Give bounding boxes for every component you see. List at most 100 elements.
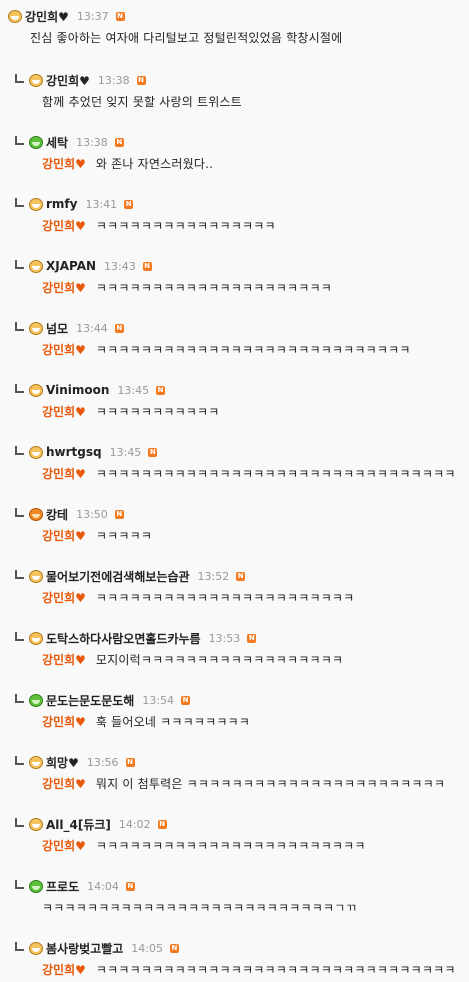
avatar-icon[interactable] [29, 259, 43, 273]
author-nickname[interactable]: 문도는문도문도해 [46, 692, 134, 709]
comment-body: 강민희♥ ㅋㅋㅋㅋㅋㅋㅋㅋㅋㅋㅋㅋㅋㅋㅋㅋㅋㅋㅋㅋㅋ [0, 280, 469, 296]
author-nickname[interactable]: rmfy [46, 197, 77, 211]
comment-body: 함께 추었던 잊지 못할 사랑의 트위스트 [0, 94, 469, 110]
avatar-icon[interactable] [8, 9, 22, 23]
author-nickname[interactable]: XJAPAN [46, 259, 96, 273]
avatar-icon[interactable] [29, 383, 43, 397]
comment-text: ㅋㅋㅋㅋㅋㅋㅋㅋㅋㅋㅋㅋㅋㅋㅋㅋㅋㅋㅋㅋㅋ [95, 281, 332, 295]
mention-tag[interactable]: 강민희♥ [42, 715, 86, 729]
author-nickname[interactable]: 물어보기전에검색해보는습관 [46, 568, 190, 585]
avatar-icon[interactable] [29, 569, 43, 583]
author-nickname[interactable]: 강민희♥ [46, 72, 90, 89]
comment-body: 강민희♥ 뭐지 이 첨투력은 ㅋㅋㅋㅋㅋㅋㅋㅋㅋㅋㅋㅋㅋㅋㅋㅋㅋㅋㅋㅋㅋㅋㅋ [0, 776, 469, 792]
comment-item: 문도는문도문도해 13:54 N 강민희♥ 훅 들어오네 ㅋㅋㅋㅋㅋㅋㅋㅋ [0, 692, 469, 730]
reply-arrow-icon [15, 197, 24, 207]
comment-text: ㅋㅋㅋㅋㅋ [95, 529, 153, 543]
new-badge-icon: N [136, 75, 146, 85]
mention-tag[interactable]: 강민희♥ [42, 467, 86, 481]
author-nickname[interactable]: 세탁 [46, 134, 68, 151]
comment-timestamp: 13:38 [76, 135, 108, 149]
comment-header: All_4[듀크] 14:02 N [0, 816, 469, 832]
comment-header: 캉테 13:50 N [0, 506, 469, 522]
mention-tag[interactable]: 강민희♥ [42, 157, 86, 171]
mention-tag[interactable]: 강민희♥ [42, 839, 86, 853]
mention-tag[interactable]: 강민희♥ [42, 281, 86, 295]
comment-header: 프로도 14:04 N [0, 878, 469, 894]
avatar-icon[interactable] [29, 693, 43, 707]
comment-item: 캉테 13:50 N 강민희♥ ㅋㅋㅋㅋㅋ [0, 506, 469, 544]
comment-body: 강민희♥ ㅋㅋㅋㅋㅋㅋㅋㅋㅋㅋㅋㅋㅋㅋㅋㅋㅋㅋㅋㅋㅋㅋㅋ [0, 590, 469, 606]
comment-body: 강민희♥ ㅋㅋㅋㅋㅋㅋㅋㅋㅋㅋㅋ [0, 404, 469, 420]
mention-tag[interactable]: 강민희♥ [42, 343, 86, 357]
reply-arrow-icon [15, 941, 24, 951]
author-nickname[interactable]: 강민희♥ [25, 8, 69, 25]
comment-item: All_4[듀크] 14:02 N 강민희♥ ㅋㅋㅋㅋㅋㅋㅋㅋㅋㅋㅋㅋㅋㅋㅋㅋㅋㅋㅋㅋㅋ… [0, 816, 469, 854]
comment-body: 진심 좋아하는 여자애 다리털보고 정털린적있었음 학창시절에 [0, 30, 469, 46]
reply-arrow-icon [15, 321, 24, 331]
comment-body: 강민희♥ ㅋㅋㅋㅋㅋㅋㅋㅋㅋㅋㅋㅋㅋㅋㅋㅋㅋㅋㅋㅋㅋㅋㅋㅋㅋㅋㅋㅋㅋㅋㅋㅋ [0, 962, 469, 978]
mention-tag[interactable]: 강민희♥ [42, 405, 86, 419]
comment-header: 도탁스하다사람오면홀드카누름 13:53 N [0, 630, 469, 646]
mention-tag[interactable]: 강민희♥ [42, 529, 86, 543]
avatar-icon[interactable] [29, 73, 43, 87]
comment-item: hwrtgsq 13:45 N 강민희♥ ㅋㅋㅋㅋㅋㅋㅋㅋㅋㅋㅋㅋㅋㅋㅋㅋㅋㅋㅋㅋㅋㅋㅋ… [0, 444, 469, 482]
avatar-icon[interactable] [29, 879, 43, 893]
new-badge-icon: N [125, 757, 135, 767]
author-nickname[interactable]: 프로도 [46, 878, 79, 895]
comment-body: 강민희♥ ㅋㅋㅋㅋㅋㅋㅋㅋㅋㅋㅋㅋㅋㅋㅋㅋㅋㅋㅋㅋㅋㅋㅋㅋㅋㅋㅋㅋ [0, 342, 469, 358]
author-nickname[interactable]: 도탁스하다사람오면홀드카누름 [46, 630, 201, 647]
comment-item: XJAPAN 13:43 N 강민희♥ ㅋㅋㅋㅋㅋㅋㅋㅋㅋㅋㅋㅋㅋㅋㅋㅋㅋㅋㅋㅋㅋ [0, 258, 469, 296]
comment-header: 희망♥ 13:56 N [0, 754, 469, 770]
comment-text: ㅋㅋㅋㅋㅋㅋㅋㅋㅋㅋㅋㅋㅋㅋㅋㅋㅋㅋㅋㅋㅋㅋㅋ [95, 591, 355, 605]
comment-body: 강민희♥ ㅋㅋㅋㅋㅋㅋㅋㅋㅋㅋㅋㅋㅋㅋㅋㅋㅋㅋㅋㅋㅋㅋㅋㅋ [0, 838, 469, 854]
author-nickname[interactable]: 넘모 [46, 320, 68, 337]
avatar-icon[interactable] [29, 631, 43, 645]
avatar-icon[interactable] [29, 197, 43, 211]
author-nickname[interactable]: All_4[듀크] [46, 816, 111, 833]
avatar-icon[interactable] [29, 941, 43, 955]
comment-timestamp: 14:05 [131, 941, 163, 955]
author-nickname[interactable]: 봄사랑벚고빨고 [46, 940, 123, 957]
comment-header: 강민희♥ 13:38 N [0, 72, 469, 88]
avatar-icon[interactable] [29, 817, 43, 831]
author-nickname[interactable]: 캉테 [46, 506, 68, 523]
comment-timestamp: 13:53 [208, 631, 241, 645]
mention-tag[interactable]: 강민희♥ [42, 591, 86, 605]
avatar-icon[interactable] [29, 445, 43, 459]
new-badge-icon: N [148, 447, 158, 457]
avatar-icon[interactable] [29, 321, 43, 335]
new-badge-icon: N [247, 633, 257, 643]
comment-timestamp: 13:56 [86, 755, 119, 769]
new-badge-icon: N [124, 199, 134, 209]
avatar-icon[interactable] [29, 507, 43, 521]
avatar-icon[interactable] [29, 755, 43, 769]
author-nickname[interactable]: hwrtgsq [46, 445, 102, 459]
comment-timestamp: 13:37 [76, 9, 109, 23]
reply-arrow-icon [15, 817, 24, 827]
comment-text: ㅋㅋㅋㅋㅋㅋㅋㅋㅋㅋㅋ [95, 405, 220, 419]
comment-header: rmfy 13:41 N [0, 196, 469, 212]
mention-tag[interactable]: 강민희♥ [42, 963, 86, 977]
comment-item: 강민희♥ 13:37 N 진심 좋아하는 여자애 다리털보고 정털린적있었음 학창시절… [0, 8, 469, 46]
comment-header: 강민희♥ 13:37 N [0, 8, 469, 24]
new-badge-icon: N [142, 261, 152, 271]
comment-item: 물어보기전에검색해보는습관 13:52 N 강민희♥ ㅋㅋㅋㅋㅋㅋㅋㅋㅋㅋㅋㅋㅋㅋㅋㅋㅋ… [0, 568, 469, 606]
mention-tag[interactable]: 강민희♥ [42, 219, 86, 233]
comment-timestamp: 14:02 [118, 817, 151, 831]
mention-tag[interactable]: 강민희♥ [42, 777, 86, 791]
comment-body: 강민희♥ ㅋㅋㅋㅋㅋㅋㅋㅋㅋㅋㅋㅋㅋㅋㅋㅋ [0, 218, 469, 234]
author-nickname[interactable]: 희망♥ [46, 754, 79, 771]
reply-arrow-icon [15, 631, 24, 641]
comment-header: Vinimoon 13:45 N [0, 382, 469, 398]
comment-body: 강민희♥ 훅 들어오네 ㅋㅋㅋㅋㅋㅋㅋㅋ [0, 714, 469, 730]
new-badge-icon: N [125, 881, 135, 891]
new-badge-icon: N [169, 943, 179, 953]
reply-arrow-icon [15, 259, 24, 269]
author-nickname[interactable]: Vinimoon [46, 383, 109, 397]
comment-timestamp: 13:54 [142, 693, 175, 707]
new-badge-icon: N [115, 11, 125, 21]
comment-text: ㅋㅋㅋㅋㅋㅋㅋㅋㅋㅋㅋㅋㅋㅋㅋㅋㅋㅋㅋㅋㅋㅋㅋㅋㅋㅋㅋㅋㅋㅋㅋㅋ [95, 467, 456, 481]
comment-text: 뭐지 이 첨투력은 ㅋㅋㅋㅋㅋㅋㅋㅋㅋㅋㅋㅋㅋㅋㅋㅋㅋㅋㅋㅋㅋㅋㅋ [95, 777, 446, 791]
mention-tag[interactable]: 강민희♥ [42, 653, 86, 667]
avatar-icon[interactable] [29, 135, 43, 149]
